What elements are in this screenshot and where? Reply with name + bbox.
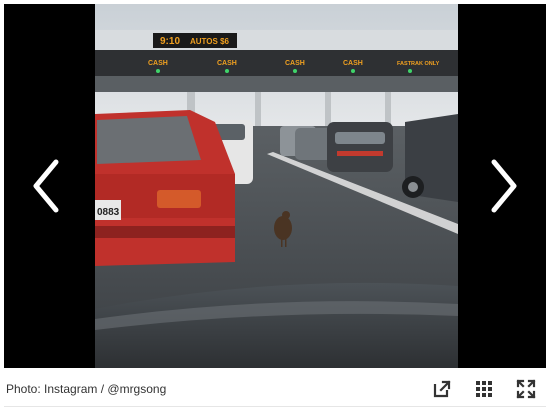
lane-label-1: CASH [148,60,168,67]
chevron-right-icon [491,159,517,213]
chevron-left-icon [33,159,59,213]
photo-viewer: 9:10 AUTOS $6 CASH CASH CASH CASH FASTRA… [4,4,546,368]
sign-toll: AUTOS $6 [190,37,230,46]
lane-label-3: CASH [285,60,305,67]
caption-bar: Photo: Instagram / @mrgsong [4,368,546,408]
grid-view-icon [476,381,492,397]
lane-label-2: CASH [217,60,237,67]
fullscreen-button[interactable] [515,378,537,400]
previous-photo-button[interactable] [26,156,66,216]
grid-view-button[interactable] [473,378,495,400]
next-photo-button[interactable] [484,156,524,216]
share-button[interactable] [431,378,453,400]
share-external-icon [433,380,451,398]
fullscreen-icon [516,379,536,399]
gallery-photo: 9:10 AUTOS $6 CASH CASH CASH CASH FASTRA… [95,4,458,368]
photo-credit: Photo: Instagram / @mrgsong [6,382,167,396]
license-plate: 0883 [97,207,120,218]
lane-label-5: FASTRAK ONLY [397,61,440,67]
sign-time: 9:10 [160,36,180,47]
divider [4,406,546,407]
lane-label-4: CASH [343,60,363,67]
